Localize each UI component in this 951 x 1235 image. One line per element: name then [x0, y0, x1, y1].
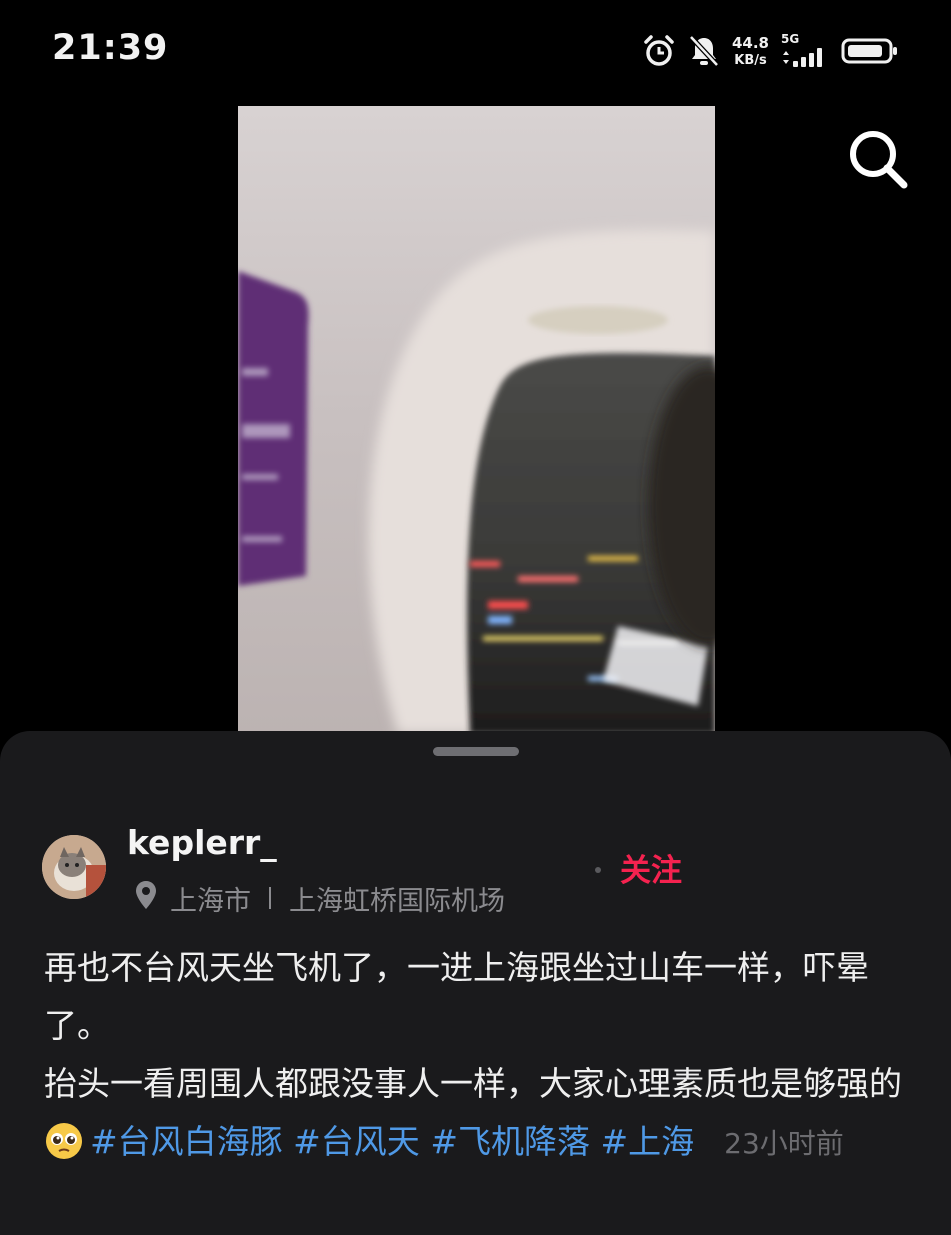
alarm-icon — [642, 34, 676, 68]
separator-dot — [595, 867, 601, 873]
location-place: 上海虹桥国际机场 — [289, 885, 505, 917]
hashtag-link[interactable]: #上海 — [600, 1122, 694, 1161]
search-button[interactable] — [846, 127, 910, 191]
search-icon — [850, 131, 908, 189]
follow-button[interactable]: 关注 — [620, 845, 700, 889]
network-speed: 44.8 KB/s — [731, 33, 769, 68]
avatar[interactable] — [42, 835, 106, 899]
video-player[interactable] — [238, 106, 715, 734]
status-icons: 44.8 KB/s 5G — [642, 30, 899, 72]
username[interactable]: keplerr_ — [127, 823, 277, 862]
location-pin-icon — [134, 880, 158, 917]
hashtag-link[interactable]: #台风天 — [293, 1122, 420, 1161]
post-caption: 再也不台风天坐飞机了，一进上海跟坐过山车一样，吓晕了。 抬头一看周围人都跟没事人… — [44, 939, 924, 1173]
caption-line-2: 抬头一看周围人都跟没事人一样，大家心理素质也是够强的 — [44, 1064, 902, 1103]
status-time: 21:39 — [52, 28, 169, 68]
bell-muted-icon — [688, 34, 720, 68]
battery-icon — [841, 37, 899, 65]
hashtag-link[interactable]: #台风白海豚 — [90, 1122, 283, 1161]
pleading-face-emoji-icon — [44, 1121, 84, 1161]
location-row[interactable]: 上海市 上海虹桥国际机场 — [134, 879, 505, 917]
drag-handle[interactable] — [433, 747, 519, 756]
signal-indicator: 5G — [781, 33, 829, 69]
post-detail-sheet: keplerr_ 上海市 上海虹桥国际机场 关注 再也不台风天坐飞机了，一进上海… — [0, 731, 951, 1235]
caption-line-1: 再也不台风天坐飞机了，一进上海跟坐过山车一样，吓晕了。 — [44, 948, 869, 1045]
signal-icon — [783, 48, 822, 67]
location-city: 上海市 — [170, 885, 251, 917]
hashtag-link[interactable]: #飞机降落 — [430, 1122, 590, 1161]
post-time: 23小时前 — [724, 1127, 844, 1160]
status-bar: 21:39 44.8 KB/s 5G — [0, 0, 951, 100]
location-separator — [269, 887, 271, 909]
